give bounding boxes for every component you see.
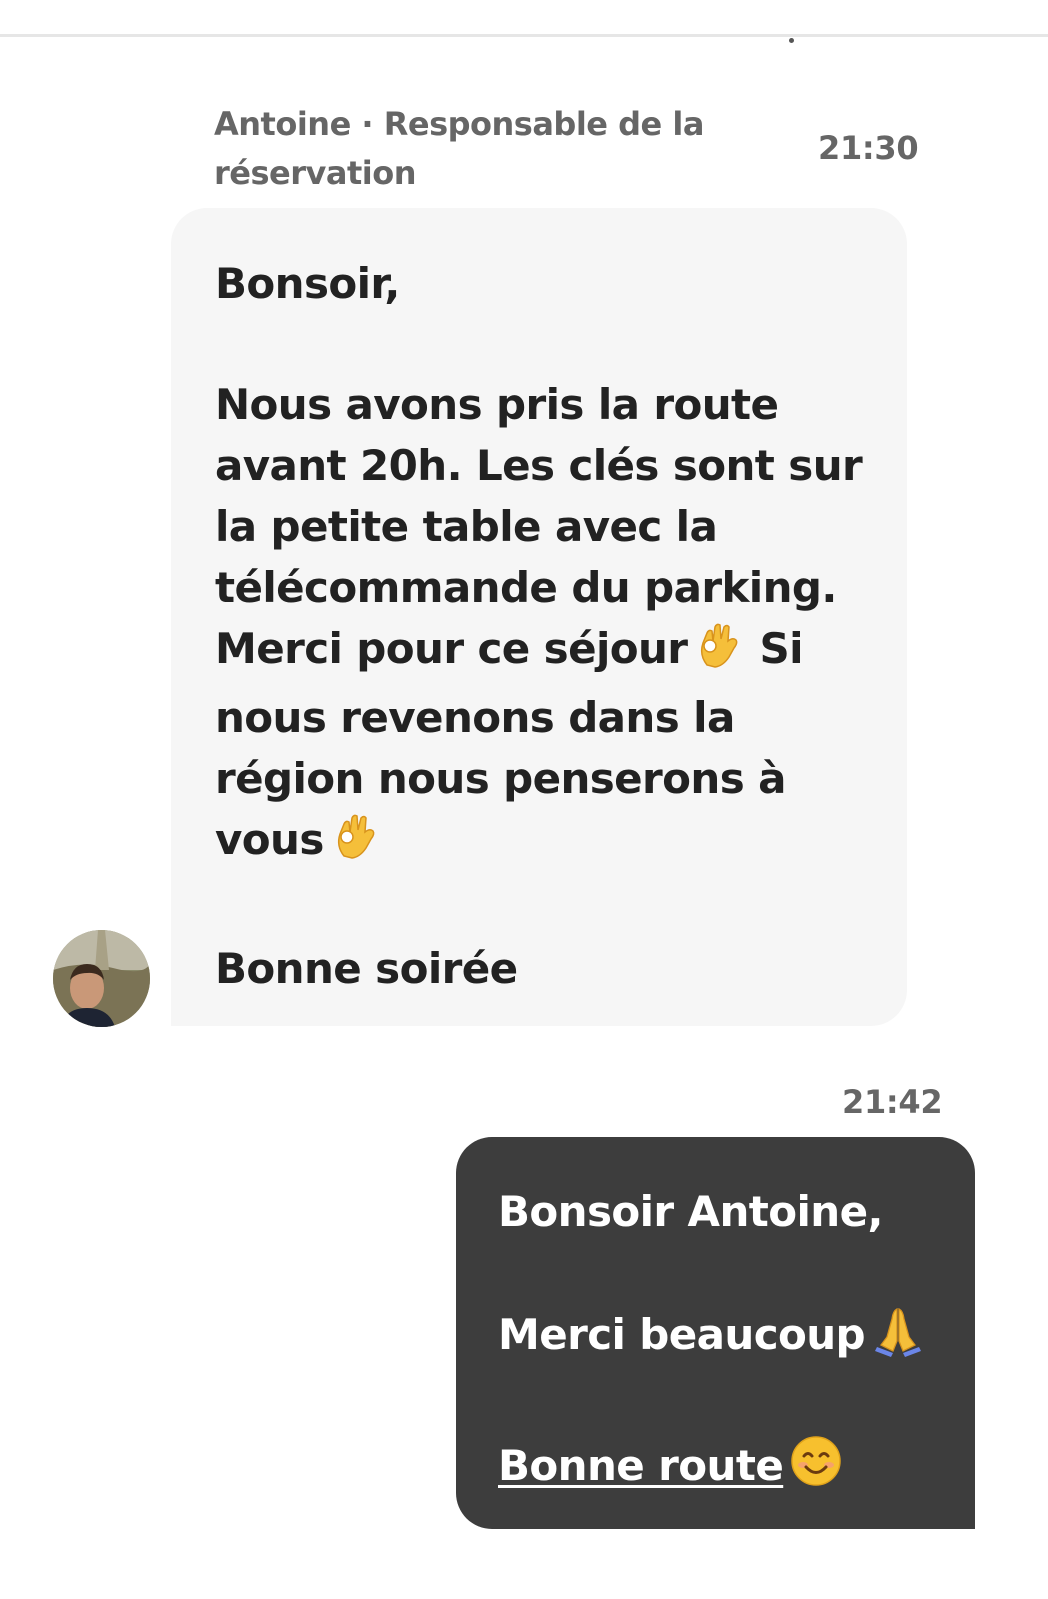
reply-thanks-text: Merci beaucoup [498, 1310, 866, 1359]
reply-farewell: Bonne route [498, 1434, 955, 1504]
header-dot [789, 38, 794, 43]
sender-name: Antoine · Responsable de la réservation [214, 105, 704, 192]
sender-avatar[interactable] [53, 930, 150, 1027]
ok-hand-emoji-icon [693, 619, 745, 687]
bonne-route-link[interactable]: Bonne route [498, 1441, 784, 1490]
received-message-bubble: Bonsoir, Nous avons pris la route avant … [171, 208, 907, 1026]
message-closing: Bonne soirée [215, 944, 518, 993]
folded-hands-icon [871, 1303, 925, 1373]
reply-greeting: Bonsoir Antoine, [498, 1187, 883, 1236]
message-body: Nous avons pris la route avant 20h. Les … [215, 374, 867, 878]
header-divider [0, 34, 1048, 37]
ok-hand-emoji-icon [330, 810, 382, 878]
reply-thanks: Merci beaucoup [498, 1303, 955, 1373]
message-timestamp-received: 21:30 [818, 129, 919, 167]
message-timestamp-sent: 21:42 [842, 1083, 943, 1121]
sent-message-bubble: Bonsoir Antoine, Merci beaucoup Bonne ro… [456, 1137, 975, 1529]
message-greeting: Bonsoir, [215, 259, 400, 308]
smiling-face-icon [789, 1434, 843, 1504]
